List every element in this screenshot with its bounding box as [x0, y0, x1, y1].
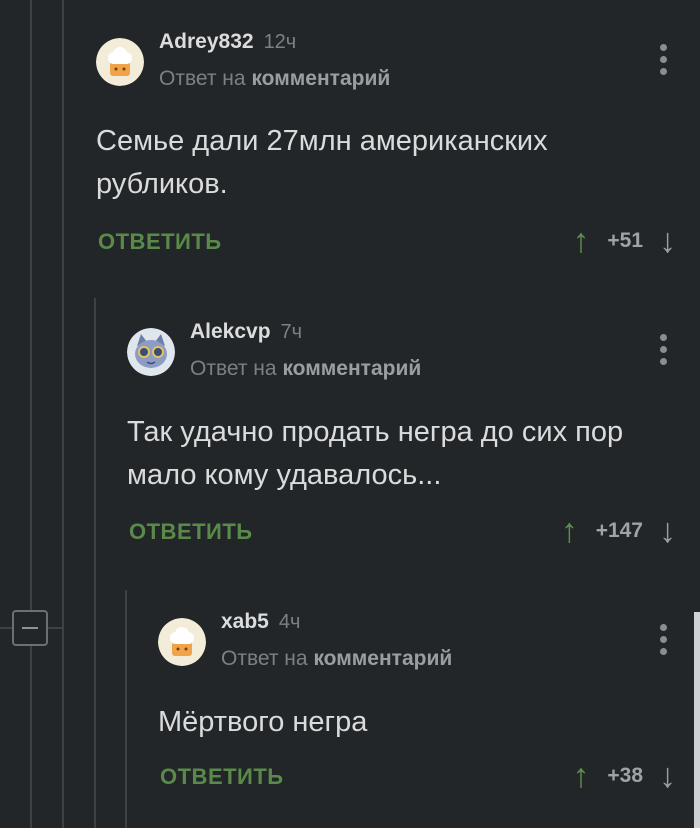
thread-line — [30, 0, 32, 828]
reply-button[interactable]: ОТВЕТИТЬ — [160, 764, 284, 790]
reply-button[interactable]: ОТВЕТИТЬ — [98, 229, 222, 255]
thread-line — [94, 298, 96, 828]
comment: Adrey832 12ч Ответ на комментарий Семье д… — [96, 30, 700, 260]
reply-to-link[interactable]: комментарий — [282, 357, 421, 380]
comment-author[interactable]: Alekcvp 7ч — [190, 320, 302, 344]
reply-to-prefix: Ответ на — [190, 357, 277, 380]
author-name[interactable]: xab5 — [221, 610, 269, 633]
thread-line — [62, 0, 64, 828]
arrow-up-icon[interactable]: ↑ — [572, 759, 589, 793]
chef-hat-avatar[interactable] — [158, 618, 206, 666]
arrow-up-icon[interactable]: ↑ — [572, 224, 589, 258]
author-name[interactable]: Adrey832 — [159, 30, 254, 53]
comment-text: Семье дали 27млн американских рубликов. — [96, 125, 548, 200]
comment-time: 4ч — [278, 611, 301, 633]
more-vertical-icon[interactable] — [660, 624, 668, 660]
vote-controls: ↑ +38 ↓ — [572, 759, 676, 793]
comment: xab5 4ч Ответ на комментарий Мёртвого нег… — [158, 610, 700, 828]
author-name[interactable]: Alekcvp — [190, 320, 271, 343]
scrollbar[interactable] — [694, 612, 700, 828]
arrow-down-icon[interactable]: ↓ — [659, 224, 676, 258]
comment: Alekcvp 7ч Ответ на комментарий Так удачн… — [127, 320, 700, 550]
reply-to-link[interactable]: комментарий — [313, 647, 452, 670]
reply-to-link[interactable]: комментарий — [251, 67, 390, 90]
reply-to-prefix: Ответ на — [221, 647, 308, 670]
comment-score: +51 — [607, 229, 643, 252]
arrow-up-icon[interactable]: ↑ — [561, 514, 578, 548]
vote-controls: ↑ +147 ↓ — [561, 514, 676, 548]
comment-time: 12ч — [263, 31, 297, 53]
reply-button[interactable]: ОТВЕТИТЬ — [129, 519, 253, 545]
arrow-down-icon[interactable]: ↓ — [659, 514, 676, 548]
more-vertical-icon[interactable] — [660, 334, 668, 370]
cat-with-glasses-avatar[interactable] — [127, 328, 175, 376]
reply-to-line: Ответ на комментарий — [221, 647, 452, 671]
reply-to-prefix: Ответ на — [159, 67, 246, 90]
reply-to-line: Ответ на комментарий — [159, 67, 390, 91]
thread-line — [125, 590, 127, 828]
comment-author[interactable]: Adrey832 12ч — [159, 30, 296, 54]
reply-to-line: Ответ на комментарий — [190, 357, 421, 381]
comment-text: Так удачно продать негра до сих пор мало… — [127, 416, 624, 491]
comment-score: +38 — [607, 764, 643, 787]
collapse-thread-button[interactable] — [12, 610, 48, 646]
comment-time: 7ч — [280, 321, 303, 343]
vote-controls: ↑ +51 ↓ — [572, 224, 676, 258]
comment-score: +147 — [595, 519, 643, 542]
arrow-down-icon[interactable]: ↓ — [659, 759, 676, 793]
chef-hat-avatar[interactable] — [96, 38, 144, 86]
comment-text: Мёртвого негра — [158, 706, 368, 738]
more-vertical-icon[interactable] — [660, 44, 668, 80]
comment-author[interactable]: xab5 4ч — [221, 610, 300, 634]
